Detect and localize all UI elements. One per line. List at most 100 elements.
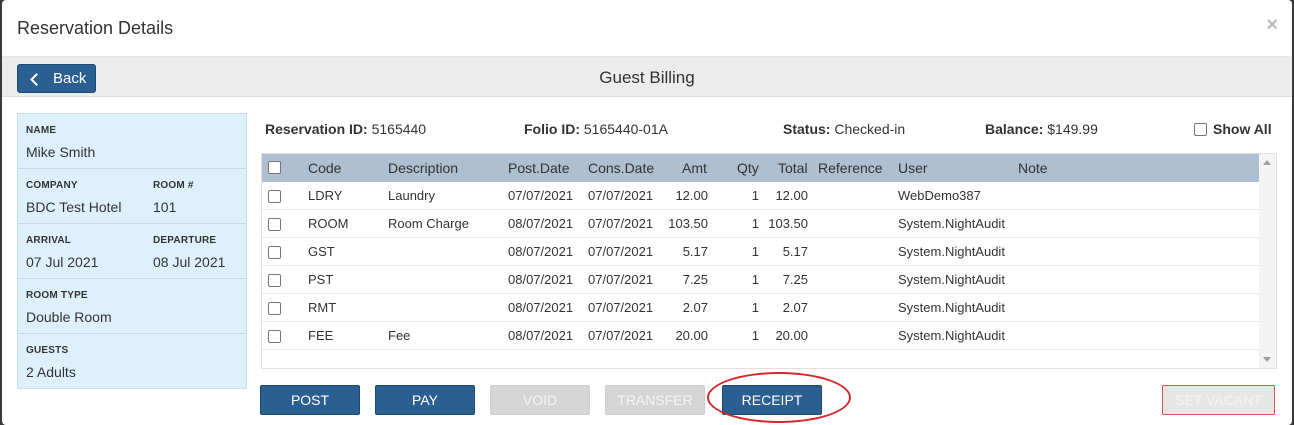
cell-description: Room Charge <box>388 216 469 231</box>
header-cons-date[interactable]: Cons.Date <box>588 160 654 176</box>
company-value: BDC Test Hotel <box>26 199 122 215</box>
cell-code: ROOM <box>308 216 349 231</box>
header-description[interactable]: Description <box>388 160 458 176</box>
cell-post-date: 08/07/2021 <box>508 216 574 231</box>
cell-post-date: 08/07/2021 <box>508 328 574 343</box>
guest-name: Mike Smith <box>26 144 96 160</box>
cell-code: LDRY <box>308 188 343 203</box>
cell-total: 103.50 <box>768 216 808 231</box>
room-type-row: ROOM TYPE Double Room <box>18 279 246 334</box>
table-row[interactable]: PST 08/07/2021 07/07/2021 7.25 1 7.25 Sy… <box>262 266 1260 294</box>
company-room-row: COMPANY BDC Test Hotel ROOM # 101 <box>18 169 246 224</box>
modal-title: Reservation Details <box>17 18 174 38</box>
cell-cons-date: 07/07/2021 <box>588 272 654 287</box>
cell-total: 12.00 <box>775 188 808 203</box>
cell-code: PST <box>308 272 334 287</box>
cell-user: System.NightAudit <box>898 300 1005 315</box>
row-checkbox[interactable] <box>268 274 281 287</box>
reservation-id-label: Reservation ID: <box>265 121 368 137</box>
cell-post-date: 08/07/2021 <box>508 300 574 315</box>
cell-post-date: 08/07/2021 <box>508 244 574 259</box>
billing-table: Code Description Post.Date Cons.Date Amt… <box>261 153 1277 369</box>
guests-value: 2 Adults <box>26 364 76 380</box>
dates-row: ARRIVAL 07 Jul 2021 DEPARTURE 08 Jul 202… <box>18 224 246 279</box>
header-total[interactable]: Total <box>778 160 808 176</box>
header-user[interactable]: User <box>898 160 928 176</box>
cell-qty: 1 <box>751 188 759 203</box>
table-scrollbar[interactable] <box>1259 154 1276 368</box>
room-value: 101 <box>153 199 177 215</box>
cell-code: GST <box>308 244 335 259</box>
cell-qty: 1 <box>751 272 759 287</box>
room-label: ROOM # <box>153 180 194 191</box>
cell-cons-date: 07/07/2021 <box>588 244 654 259</box>
cell-code: FEE <box>308 328 334 343</box>
row-checkbox[interactable] <box>268 246 281 259</box>
reservation-id-value: 5165440 <box>371 121 427 137</box>
table-row[interactable]: FEE Fee 08/07/2021 07/07/2021 20.00 1 20… <box>262 322 1260 350</box>
show-all-toggle[interactable]: Show All <box>1194 121 1272 137</box>
folio-id: Folio ID: 5165440-01A <box>524 121 668 137</box>
cell-user: System.NightAudit <box>898 244 1005 259</box>
reservation-details-modal: Reservation Details × Back Guest Billing… <box>2 0 1292 425</box>
header-qty[interactable]: Qty <box>737 160 759 176</box>
billing-toolbar: Back Guest Billing <box>2 57 1292 97</box>
table-header: Code Description Post.Date Cons.Date Amt… <box>262 154 1260 182</box>
header-reference[interactable]: Reference <box>818 160 883 176</box>
cell-post-date: 07/07/2021 <box>508 188 574 203</box>
cell-cons-date: 07/07/2021 <box>588 328 654 343</box>
arrival-value: 07 Jul 2021 <box>26 254 99 270</box>
close-icon[interactable]: × <box>1266 14 1278 37</box>
transfer-button[interactable]: TRANSFER <box>605 385 705 415</box>
row-checkbox[interactable] <box>268 218 281 231</box>
page-title: Guest Billing <box>599 68 695 87</box>
cell-code: RMT <box>308 300 337 315</box>
table-row[interactable]: RMT 08/07/2021 07/07/2021 2.07 1 2.07 Sy… <box>262 294 1260 322</box>
guests-row: GUESTS 2 Adults <box>18 334 246 389</box>
cell-amt: 5.17 <box>682 244 708 259</box>
show-all-label: Show All <box>1213 121 1272 137</box>
scroll-up-arrow-icon[interactable] <box>1263 160 1271 165</box>
room-type-label: ROOM TYPE <box>26 290 88 301</box>
row-checkbox[interactable] <box>268 330 281 343</box>
cell-qty: 1 <box>751 300 759 315</box>
cell-cons-date: 07/07/2021 <box>588 216 654 231</box>
cell-qty: 1 <box>751 244 759 259</box>
header-post-date[interactable]: Post.Date <box>508 160 569 176</box>
room-type-value: Double Room <box>26 309 112 325</box>
cell-post-date: 08/07/2021 <box>508 272 574 287</box>
guest-name-row: NAME Mike Smith <box>18 114 246 169</box>
post-button[interactable]: POST <box>260 385 360 415</box>
pay-button[interactable]: PAY <box>375 385 475 415</box>
cell-amt: 7.25 <box>682 272 708 287</box>
select-all-checkbox[interactable] <box>268 161 281 174</box>
cell-cons-date: 07/07/2021 <box>588 300 654 315</box>
cell-user: System.NightAudit <box>898 272 1005 287</box>
table-row[interactable]: LDRY Laundry 07/07/2021 07/07/2021 12.00… <box>262 182 1260 210</box>
table-row[interactable]: GST 08/07/2021 07/07/2021 5.17 1 5.17 Sy… <box>262 238 1260 266</box>
company-label: COMPANY <box>26 180 78 191</box>
receipt-button[interactable]: RECEIPT <box>722 385 822 415</box>
departure-value: 08 Jul 2021 <box>153 254 226 270</box>
cell-user: WebDemo387 <box>898 188 981 203</box>
status-value: Checked-in <box>834 121 906 137</box>
row-checkbox[interactable] <box>268 190 281 203</box>
void-button[interactable]: VOID <box>490 385 590 415</box>
row-checkbox[interactable] <box>268 302 281 315</box>
folio-id-value: 5165440-01A <box>583 121 668 137</box>
set-vacant-button[interactable]: SET VACANT <box>1162 385 1275 415</box>
table-row[interactable]: ROOM Room Charge 08/07/2021 07/07/2021 1… <box>262 210 1260 238</box>
cell-qty: 1 <box>751 216 759 231</box>
reservation-id: Reservation ID: 5165440 <box>265 121 426 137</box>
show-all-checkbox[interactable] <box>1194 122 1207 136</box>
header-note[interactable]: Note <box>1018 160 1048 176</box>
guests-label: GUESTS <box>26 345 69 356</box>
header-amt[interactable]: Amt <box>682 160 707 176</box>
status: Status: Checked-in <box>783 121 905 137</box>
cell-total: 2.07 <box>782 300 808 315</box>
cell-amt: 20.00 <box>675 328 708 343</box>
folio-id-label: Folio ID: <box>524 121 580 137</box>
scroll-down-arrow-icon[interactable] <box>1263 357 1271 362</box>
header-code[interactable]: Code <box>308 160 341 176</box>
cell-amt: 103.50 <box>668 216 708 231</box>
